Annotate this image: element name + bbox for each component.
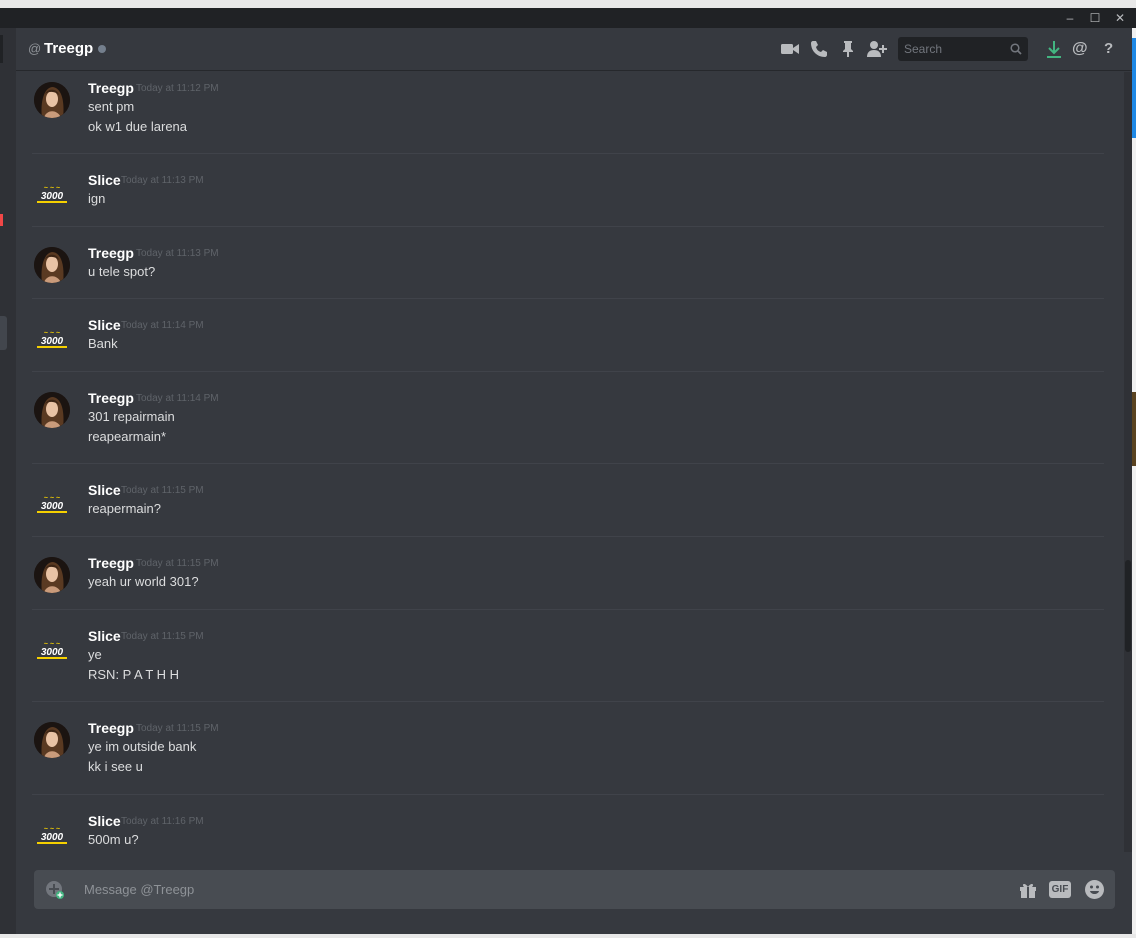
message-text: kk i see u — [88, 759, 143, 774]
desktop-edge-highlight — [1132, 38, 1136, 138]
message-timestamp: Today at 11:13 PM — [121, 175, 204, 186]
message-author[interactable]: Slice — [88, 317, 121, 333]
slice-avatar[interactable]: ~ ~ ~3000 — [34, 319, 70, 355]
message-author[interactable]: Treegp — [88, 390, 134, 406]
add-friend-icon[interactable] — [866, 39, 887, 59]
message-divider — [32, 371, 1104, 372]
message-divider — [32, 298, 1104, 299]
message-text: ye im outside bank — [88, 739, 197, 754]
maximize-button[interactable]: ☐ — [1083, 8, 1107, 28]
close-button[interactable]: ✕ — [1108, 8, 1132, 28]
message-author[interactable]: Slice — [88, 813, 121, 829]
message-timestamp: Today at 11:15 PM — [121, 485, 204, 496]
message-text: RSN: P A T H H — [88, 667, 180, 682]
message-timestamp: Today at 11:14 PM — [136, 393, 219, 404]
channel-name: Treegp — [44, 40, 94, 57]
message-text: ye — [88, 647, 102, 662]
window-titlebar: – ☐ ✕ — [0, 8, 1136, 28]
treegp-avatar[interactable] — [34, 557, 70, 593]
message-timestamp: Today at 11:12 PM — [136, 83, 219, 94]
message-divider — [32, 701, 1104, 702]
pin-icon[interactable] — [838, 39, 858, 59]
message-timestamp: Today at 11:14 PM — [121, 320, 204, 331]
message-text: ign — [88, 191, 106, 206]
message-timestamp: Today at 11:15 PM — [136, 723, 219, 734]
message-timestamp: Today at 11:15 PM — [136, 558, 219, 569]
message-text: yeah ur world 301? — [88, 574, 199, 589]
message-input[interactable]: Message @Treegp — [84, 882, 194, 897]
message-author[interactable]: Slice — [88, 628, 121, 644]
message-composer[interactable]: Message @Treegp GIF — [34, 870, 1115, 909]
message-timestamp: Today at 11:13 PM — [136, 248, 219, 259]
download-icon[interactable] — [1044, 39, 1064, 59]
scrollbar-track[interactable] — [1124, 72, 1132, 852]
gif-icon[interactable]: GIF — [1049, 881, 1071, 898]
message-author[interactable]: Treegp — [88, 245, 134, 261]
svg-text:3000: 3000 — [41, 191, 64, 202]
message-divider — [32, 226, 1104, 227]
channel-header: @ Treegp Search @ ? — [16, 28, 1132, 71]
search-input[interactable]: Search — [898, 37, 1028, 61]
message-text: reapermain? — [88, 501, 161, 516]
search-icon — [1010, 43, 1022, 55]
at-symbol: @ — [28, 41, 42, 56]
unread-indicator — [0, 214, 3, 226]
svg-text:3000: 3000 — [41, 501, 64, 512]
mention-icon[interactable]: @ — [1072, 39, 1092, 59]
gift-icon[interactable] — [1018, 880, 1038, 905]
message-author[interactable]: Slice — [88, 172, 121, 188]
sidebar-edge-selected[interactable] — [0, 316, 7, 350]
message-timestamp: Today at 11:15 PM — [121, 631, 204, 642]
treegp-avatar[interactable] — [34, 247, 70, 283]
search-placeholder: Search — [904, 42, 943, 56]
treegp-avatar[interactable] — [34, 392, 70, 428]
message-divider — [32, 794, 1104, 795]
sidebar-edge-block — [0, 35, 3, 63]
slice-avatar[interactable]: ~ ~ ~3000 — [34, 815, 70, 851]
slice-avatar[interactable]: ~ ~ ~3000 — [34, 484, 70, 520]
treegp-avatar[interactable] — [34, 82, 70, 118]
message-timestamp: Today at 11:16 PM — [121, 816, 204, 827]
slice-avatar[interactable]: ~ ~ ~3000 — [34, 174, 70, 210]
svg-text:3000: 3000 — [41, 336, 64, 347]
message-divider — [32, 463, 1104, 464]
message-author[interactable]: Treegp — [88, 555, 134, 571]
sidebar-edge — [0, 28, 16, 938]
video-call-icon[interactable] — [780, 39, 800, 59]
message-divider — [32, 609, 1104, 610]
upload-plus-icon[interactable] — [45, 880, 65, 905]
message-text: sent pm — [88, 99, 135, 114]
desktop-tabs-strip — [0, 0, 1136, 8]
message-text: 500m u? — [88, 832, 139, 847]
desktop-edge-image — [1132, 392, 1136, 466]
message-text: 301 repairmain — [88, 409, 175, 424]
svg-text:3000: 3000 — [41, 647, 64, 658]
emoji-icon[interactable] — [1084, 879, 1105, 905]
desktop-background-edge — [1132, 28, 1136, 938]
message-text: ok w1 due larena — [88, 119, 188, 134]
desktop-bottom-edge — [0, 934, 1136, 938]
message-author[interactable]: Treegp — [88, 80, 134, 96]
message-divider — [32, 153, 1104, 154]
message-list[interactable]: Treegp Today at 11:12 PM sent pm ok w1 due … — [16, 72, 1124, 852]
slice-avatar[interactable]: ~ ~ ~3000 — [34, 630, 70, 666]
message-divider — [32, 536, 1104, 537]
treegp-avatar[interactable] — [34, 722, 70, 758]
message-text: u tele spot? — [88, 264, 156, 279]
minimize-button[interactable]: – — [1058, 8, 1082, 28]
status-indicator — [98, 45, 106, 53]
message-text: reapearmain* — [88, 429, 167, 444]
voice-call-icon[interactable] — [809, 39, 829, 59]
scrollbar-thumb[interactable] — [1125, 560, 1131, 652]
help-icon[interactable]: ? — [1104, 39, 1124, 59]
svg-text:3000: 3000 — [41, 832, 64, 843]
message-author[interactable]: Slice — [88, 482, 121, 498]
message-author[interactable]: Treegp — [88, 720, 134, 736]
message-text: Bank — [88, 336, 118, 351]
